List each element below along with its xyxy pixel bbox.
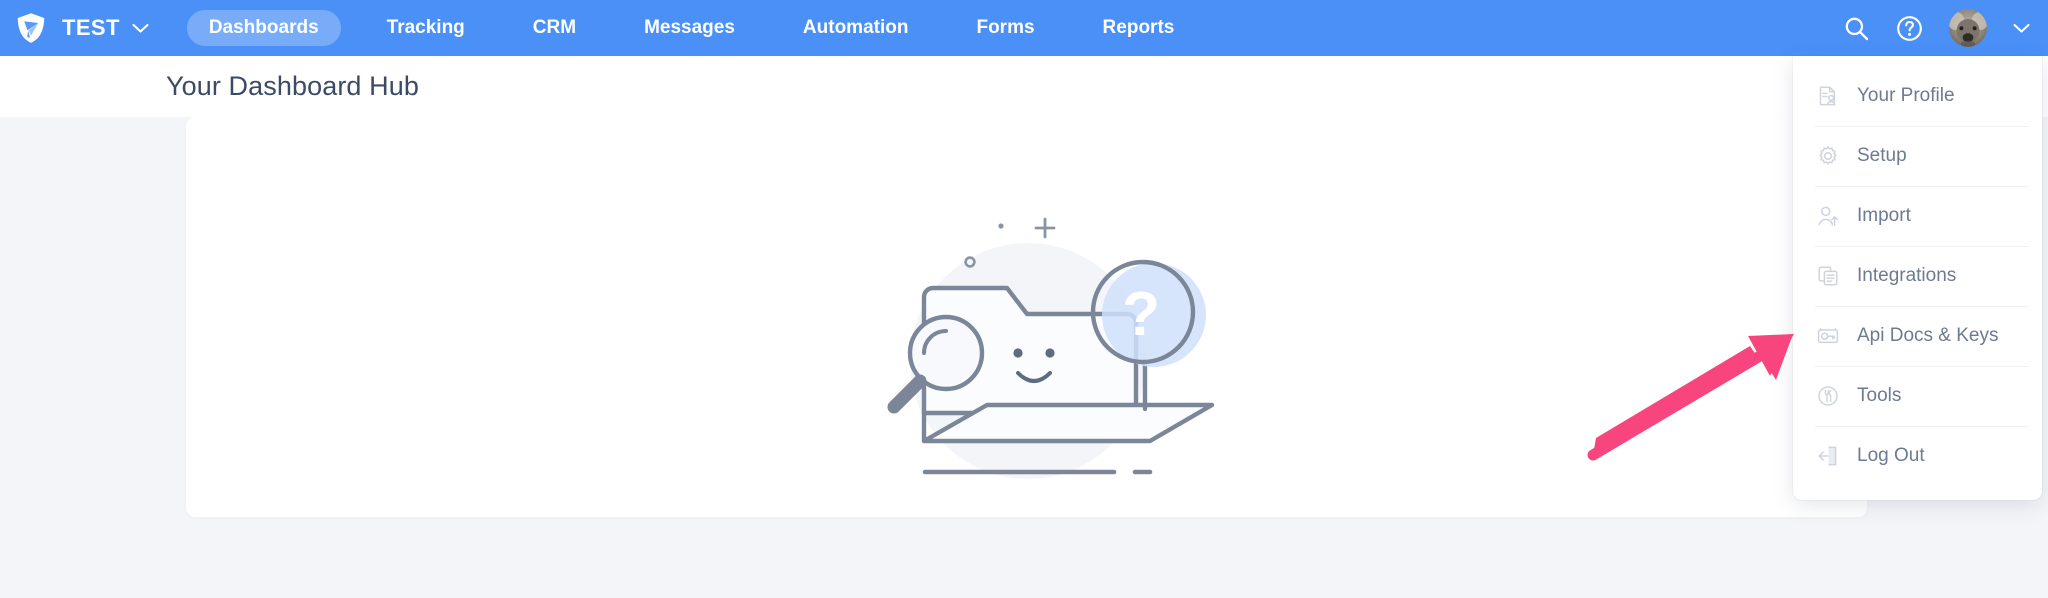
nav-item-tracking[interactable]: Tracking: [365, 10, 487, 46]
user-import-icon: [1815, 203, 1841, 229]
menu-item-label: Integrations: [1857, 265, 1957, 286]
top-navigation-bar: TEST Dashboards Tracking CRM Messages Au…: [0, 0, 2048, 56]
primary-nav-items: Dashboards Tracking CRM Messages Automat…: [175, 10, 1209, 46]
menu-item-label: Log Out: [1857, 445, 1925, 466]
menu-item-setup[interactable]: Setup: [1793, 126, 2042, 186]
user-avatar[interactable]: [1949, 9, 1987, 47]
menu-item-tools[interactable]: Tools: [1793, 366, 2042, 426]
gear-icon: [1815, 143, 1841, 169]
nav-item-crm[interactable]: CRM: [511, 10, 598, 46]
question-circle-icon[interactable]: [1896, 15, 1923, 42]
menu-item-import[interactable]: Import: [1793, 186, 2042, 246]
copy-documents-icon: [1815, 263, 1841, 289]
api-key-card-icon: [1815, 323, 1841, 349]
dashboard-empty-card: ?: [186, 117, 1867, 517]
profile-dropdown-menu: Your Profile Setup Import Integrations A…: [1793, 56, 2042, 500]
menu-item-label: Tools: [1857, 385, 1902, 406]
menu-item-label: Setup: [1857, 145, 1907, 166]
search-icon[interactable]: [1843, 15, 1870, 42]
nav-item-dashboards[interactable]: Dashboards: [186, 10, 341, 46]
nav-item-reports[interactable]: Reports: [1081, 10, 1197, 46]
logout-door-icon: [1815, 443, 1841, 469]
nav-item-forms[interactable]: Forms: [954, 10, 1056, 46]
workspace-switcher[interactable]: TEST: [62, 15, 149, 41]
nav-item-messages[interactable]: Messages: [622, 10, 757, 46]
menu-item-label: Import: [1857, 205, 1911, 226]
app-logo[interactable]: [0, 11, 62, 45]
page-title-bar: Your Dashboard Hub: [0, 56, 2048, 117]
profile-document-icon: [1815, 83, 1841, 109]
svg-text:?: ?: [1122, 280, 1160, 349]
nav-right-actions: [1843, 0, 2030, 56]
page-title: Your Dashboard Hub: [166, 71, 419, 101]
shield-play-logo-icon: [14, 11, 48, 45]
chevron-down-icon: [132, 23, 149, 34]
menu-item-your-profile[interactable]: Your Profile: [1793, 66, 2042, 126]
avatar-chevron-down-icon[interactable]: [2013, 23, 2030, 34]
menu-item-api-docs-keys[interactable]: Api Docs & Keys: [1793, 306, 2042, 366]
app-root: TEST Dashboards Tracking CRM Messages Au…: [0, 0, 2048, 598]
wrench-circle-icon: [1815, 383, 1841, 409]
menu-item-label: Api Docs & Keys: [1857, 325, 1999, 346]
menu-item-integrations[interactable]: Integrations: [1793, 246, 2042, 306]
workspace-name: TEST: [62, 15, 120, 40]
empty-state-illustration: ?: [832, 193, 1222, 493]
menu-item-log-out[interactable]: Log Out: [1793, 426, 2042, 486]
nav-item-automation[interactable]: Automation: [781, 10, 931, 46]
menu-item-label: Your Profile: [1857, 85, 1955, 106]
